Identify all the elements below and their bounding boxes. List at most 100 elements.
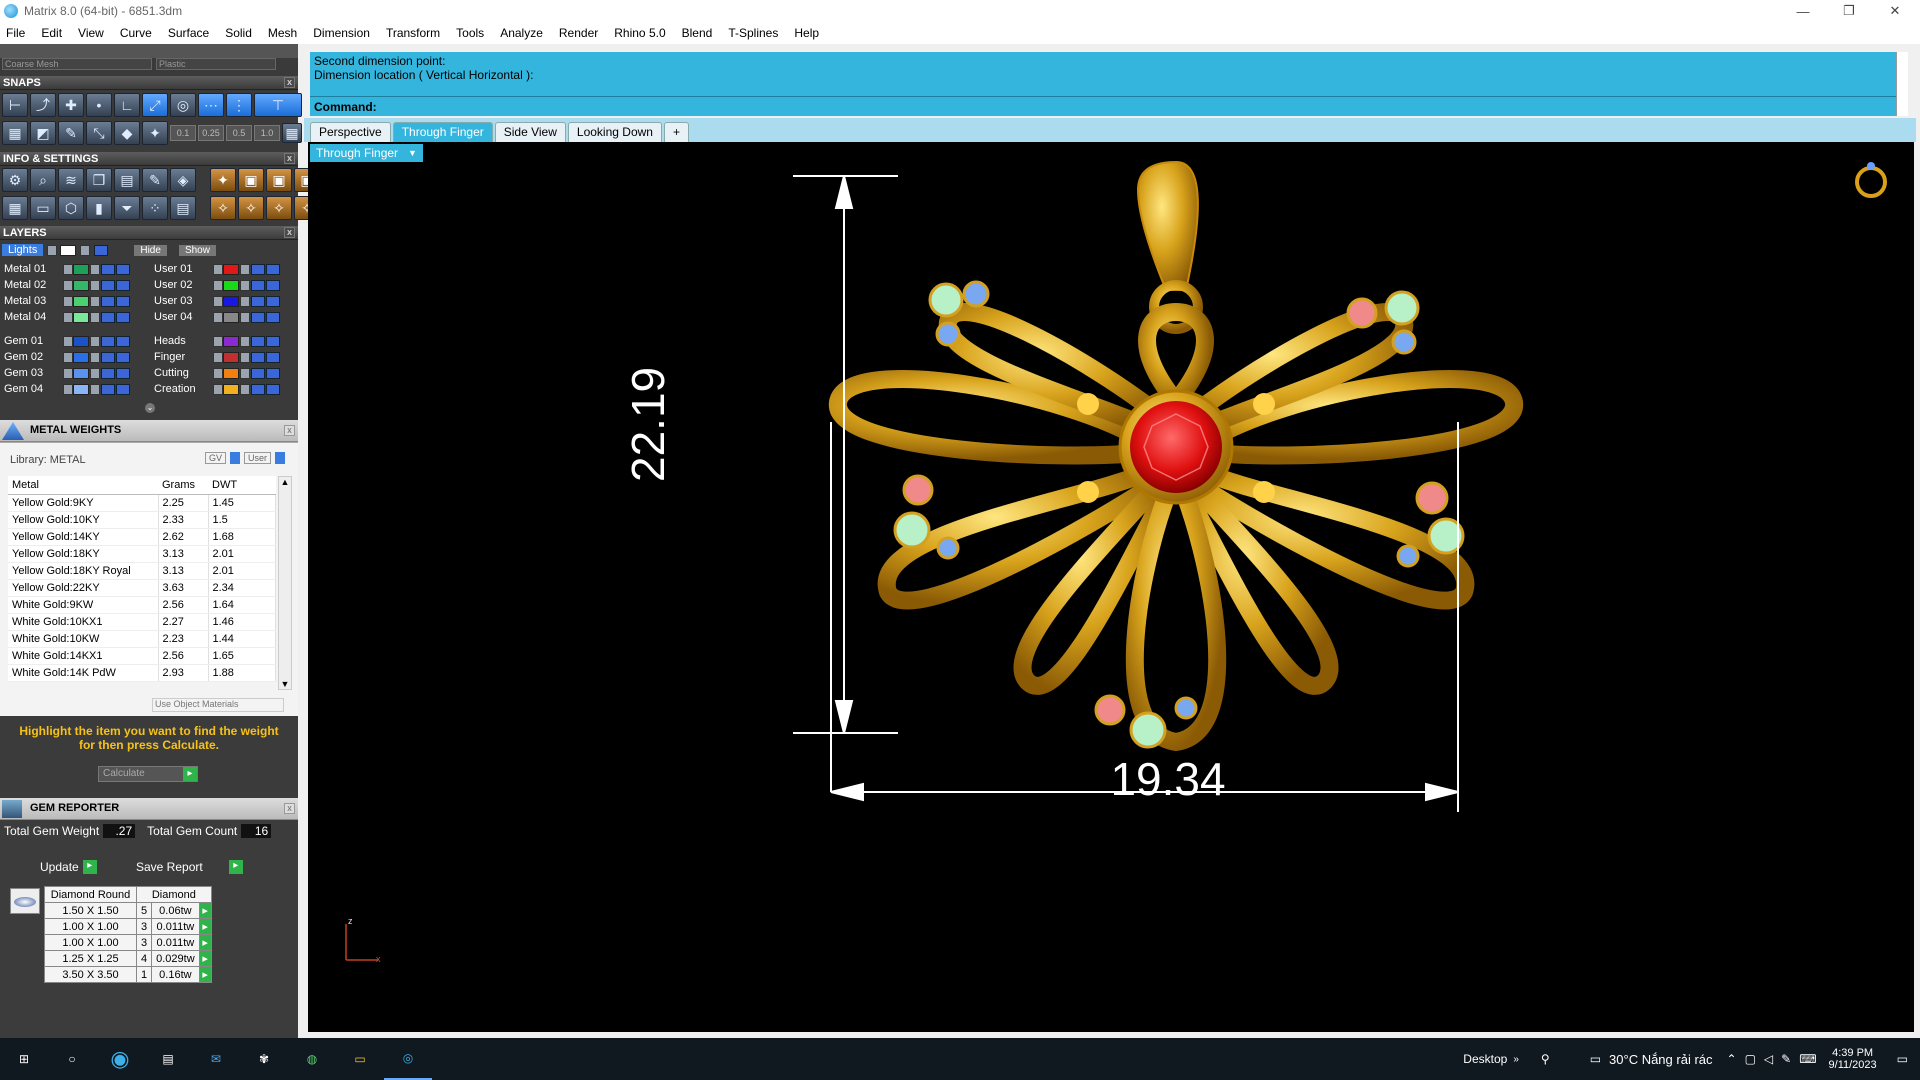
layer-select[interactable]	[266, 335, 280, 347]
desktop-label[interactable]: Desktop	[1463, 1052, 1507, 1066]
layer-lock-icon[interactable]	[90, 263, 100, 275]
layer-lock-icon[interactable]	[240, 311, 250, 323]
snap-value-4[interactable]: 1.0	[254, 125, 280, 141]
minimize-button[interactable]: —	[1780, 0, 1826, 22]
layer-select[interactable]	[266, 279, 280, 291]
menu-help[interactable]: Help	[792, 24, 821, 42]
volume-icon[interactable]: ◁	[1764, 1052, 1773, 1066]
layer-lock-icon[interactable]	[240, 335, 250, 347]
layer-select[interactable]	[266, 351, 280, 363]
gem-row[interactable]: 1.50 X 1.50 5 0.06tw ▸	[44, 902, 212, 919]
layer-visibility[interactable]	[101, 295, 115, 307]
expand-icon[interactable]: ⌄	[145, 403, 155, 413]
layer-color[interactable]	[73, 279, 89, 291]
layer-expand[interactable]	[63, 279, 73, 291]
layer-row[interactable]: User 01	[150, 262, 280, 276]
close-icon[interactable]: x	[284, 153, 295, 164]
layer-color[interactable]	[223, 335, 239, 347]
lights-swatch[interactable]	[60, 244, 77, 256]
layer-visibility[interactable]	[251, 295, 265, 307]
weights-scrollbar[interactable]: ▲ ▼	[278, 476, 292, 690]
panel-icon[interactable]: ▮	[86, 196, 112, 220]
layer-expand[interactable]	[213, 383, 223, 395]
menu-edit[interactable]: Edit	[39, 24, 64, 42]
network-icon[interactable]: ▢	[1745, 1052, 1756, 1066]
tab-perspective[interactable]: Perspective	[310, 122, 391, 142]
hide-button[interactable]: Hide	[134, 244, 167, 256]
layer-lock-icon[interactable]	[240, 295, 250, 307]
layer-row[interactable]: Heads	[150, 334, 280, 348]
play-icon[interactable]: ▸	[198, 918, 212, 935]
pen-icon[interactable]: ✎	[1781, 1052, 1791, 1066]
col-dwt[interactable]: DWT	[208, 476, 276, 495]
layer-row[interactable]: User 03	[150, 294, 280, 308]
layer-select[interactable]	[266, 311, 280, 323]
layer-row[interactable]: User 02	[150, 278, 280, 292]
layer-visibility[interactable]	[101, 263, 115, 275]
gem-row[interactable]: 1.00 X 1.00 3 0.011tw ▸	[44, 918, 212, 935]
tool-c-icon[interactable]: ▣	[266, 168, 292, 192]
layer-row[interactable]: Finger	[150, 350, 280, 364]
copy-icon[interactable]: ❐	[86, 168, 112, 192]
grid-view-icon[interactable]: ▦	[2, 196, 28, 220]
edit-icon[interactable]: ✎	[142, 168, 168, 192]
layer-row[interactable]: Gem 03	[0, 366, 130, 380]
layer-select[interactable]	[116, 383, 130, 395]
layer-visibility[interactable]	[101, 335, 115, 347]
app-icon-1[interactable]: ✾	[240, 1038, 288, 1080]
tool-b-icon[interactable]: ▣	[238, 168, 264, 192]
layer-lock-icon[interactable]	[90, 335, 100, 347]
gem-row[interactable]: 3.50 X 3.50 1 0.16tw ▸	[44, 966, 212, 983]
layer-color[interactable]	[73, 295, 89, 307]
snap-value-1[interactable]: 0.1	[170, 125, 196, 141]
layer-row[interactable]: User 04	[150, 310, 280, 324]
layer-color[interactable]	[73, 383, 89, 395]
layer-row[interactable]: Metal 01	[0, 262, 130, 276]
layer-visibility[interactable]	[101, 311, 115, 323]
close-icon[interactable]: x	[284, 425, 295, 436]
layer-visibility[interactable]	[101, 367, 115, 379]
notification-icon[interactable]: ▭	[1897, 1052, 1908, 1066]
layer-row[interactable]: Metal 02	[0, 278, 130, 292]
snap-int-icon[interactable]: ⋯	[198, 93, 224, 117]
layer-lock-icon[interactable]	[90, 311, 100, 323]
layer-color[interactable]	[223, 263, 239, 275]
layer-select[interactable]	[116, 263, 130, 275]
lights-action[interactable]	[94, 244, 109, 256]
snap-center-icon[interactable]: ◎	[170, 93, 196, 117]
layer-lock-icon[interactable]	[240, 383, 250, 395]
close-button[interactable]: ✕	[1872, 0, 1918, 22]
layer-lock-icon[interactable]	[240, 367, 250, 379]
menu-tsplines[interactable]: T-Splines	[726, 24, 780, 42]
clock[interactable]: 4:39 PM 9/11/2023	[1829, 1047, 1877, 1071]
layer-expand[interactable]	[63, 295, 73, 307]
layer-color[interactable]	[223, 295, 239, 307]
weather-text[interactable]: 30°C Nắng rải rác	[1609, 1052, 1712, 1067]
folder-icon[interactable]: ▭	[336, 1038, 384, 1080]
layer-color[interactable]	[223, 351, 239, 363]
scroll-up-icon[interactable]: ▲	[279, 477, 291, 487]
grid-icon[interactable]: ▦	[2, 121, 28, 145]
tab-side-view[interactable]: Side View	[494, 122, 566, 142]
layer-visibility[interactable]	[251, 383, 265, 395]
gv-toggle-btn[interactable]	[230, 452, 241, 464]
lights-toggle[interactable]	[47, 244, 58, 256]
table-row[interactable]: Yellow Gold:9KY 2.25 1.45	[8, 494, 276, 512]
sheet-icon[interactable]: ▤	[170, 196, 196, 220]
table-row[interactable]: White Gold:14K PdW 2.93 1.88	[8, 664, 276, 682]
snap-end-icon[interactable]: ⤴	[30, 93, 56, 117]
layer-visibility[interactable]	[251, 367, 265, 379]
cube-icon[interactable]: ◈	[170, 168, 196, 192]
pin-icon[interactable]: ✦	[142, 121, 168, 145]
layer-visibility[interactable]	[251, 311, 265, 323]
play-icon[interactable]: ▸	[198, 950, 212, 967]
lights-button[interactable]: Lights	[2, 244, 44, 256]
table-row[interactable]: White Gold:10KX1 2.27 1.46	[8, 613, 276, 631]
layer-select[interactable]	[116, 367, 130, 379]
matrix-app-icon[interactable]: ◎	[384, 1038, 432, 1080]
menu-render[interactable]: Render	[557, 24, 600, 42]
layer-lock-icon[interactable]	[90, 383, 100, 395]
col-metal[interactable]: Metal	[8, 476, 158, 495]
edge-icon[interactable]: ◉	[96, 1038, 144, 1080]
snap-perp-icon[interactable]: ⤢	[142, 93, 168, 117]
